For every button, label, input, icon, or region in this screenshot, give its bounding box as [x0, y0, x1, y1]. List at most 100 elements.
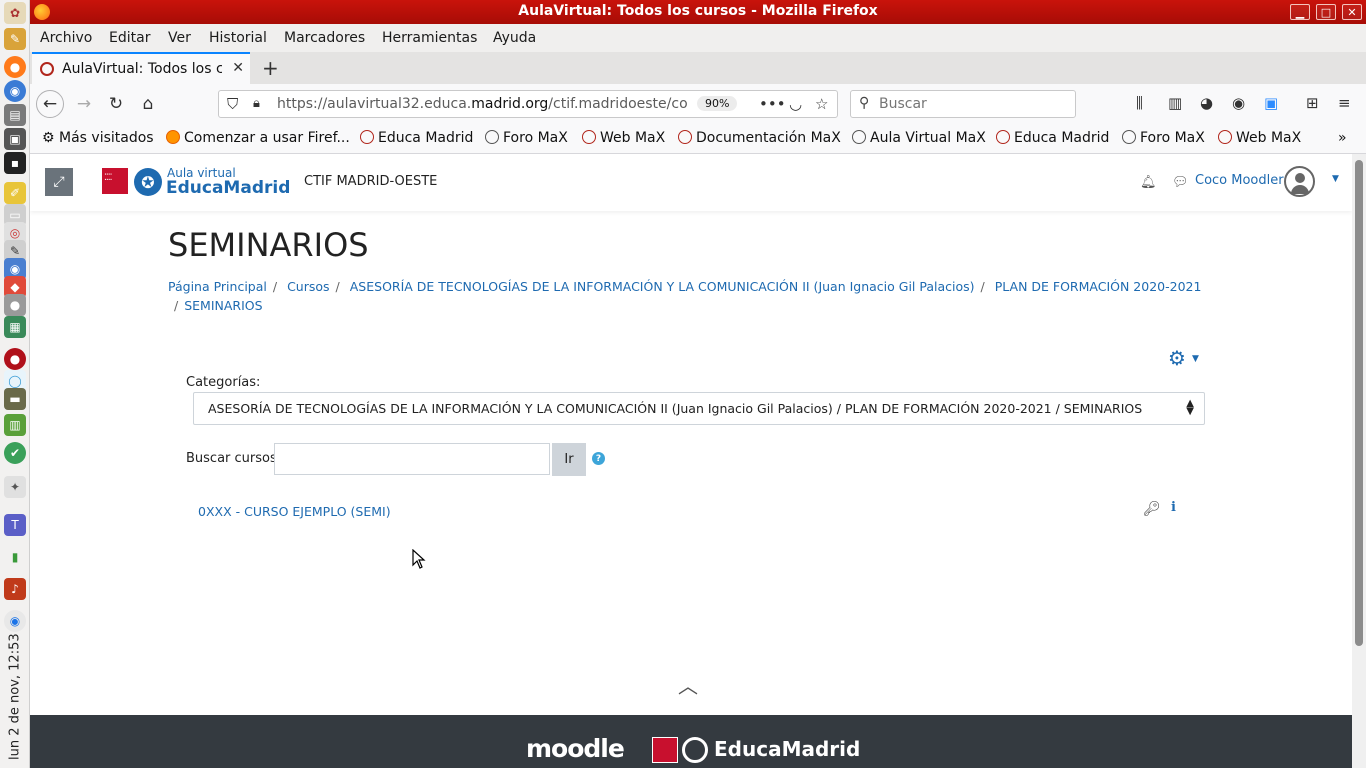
category-select[interactable]: ASESORÍA DE TECNOLOGÍAS DE LA INFORMACIÓ… [193, 392, 1205, 425]
addons-icon[interactable]: ⊞ [1306, 94, 1319, 112]
search-courses-input[interactable] [274, 443, 550, 475]
update-icon[interactable]: ✔ [4, 442, 26, 464]
help-icon[interactable]: ? [592, 452, 605, 465]
breadcrumb-separator: / [174, 298, 179, 313]
bookmark-mas-visitados[interactable]: ⚙ Más visitados [42, 130, 154, 146]
close-tab-icon[interactable]: ✕ [232, 60, 244, 76]
aula-icon [678, 130, 692, 144]
menu-ver[interactable]: Ver [168, 30, 191, 46]
navigation-bar: ← → ↻ ⌂ ⛉ 🔒︎ https://aulavirtual32.educa… [30, 84, 1366, 124]
url-text[interactable]: https://aulavirtual32.educa.madrid.org/c… [277, 96, 687, 112]
bookmark-foro-max[interactable]: Foro MaX [485, 130, 568, 146]
back-button[interactable]: ← [36, 90, 64, 118]
scrollbar[interactable] [1352, 154, 1366, 768]
expand-icon[interactable]: ⤢ [45, 168, 73, 196]
menu-marcadores[interactable]: Marcadores [284, 30, 365, 46]
moodle-logo[interactable]: moodle [526, 734, 625, 763]
breadcrumb-seminarios[interactable]: SEMINARIOS [184, 298, 262, 313]
network-icon[interactable]: ▦ [4, 316, 26, 338]
record-icon[interactable]: ● [4, 348, 26, 370]
teams-icon[interactable]: T [4, 514, 26, 536]
sidebar-icon[interactable]: ▥ [1168, 94, 1182, 112]
notes-icon[interactable]: ▤ [4, 104, 26, 126]
menu-herramientas[interactable]: Herramientas [382, 30, 477, 46]
menu-ayuda[interactable]: Ayuda [493, 30, 536, 46]
notification-bell-icon[interactable]: 🔔︎ [1140, 175, 1157, 190]
forward-button[interactable]: → [70, 90, 98, 118]
breadcrumb-asesoria[interactable]: ASESORÍA DE TECNOLOGÍAS DE LA INFORMACIÓ… [350, 279, 975, 294]
user-name[interactable]: Coco Moodler [1195, 173, 1284, 188]
bookmark-educa-madrid-2[interactable]: Educa Madrid [996, 130, 1109, 146]
settings-caret-icon[interactable]: ▼ [1192, 354, 1199, 364]
key-icon[interactable]: 🔑︎ [1143, 501, 1161, 517]
paint-icon[interactable]: ✐ [4, 182, 26, 204]
breadcrumb-plan[interactable]: PLAN DE FORMACIÓN 2020-2021 [995, 279, 1202, 294]
text-editor-icon[interactable]: ✎ [4, 28, 26, 50]
bookmarks-overflow-icon[interactable]: » [1338, 130, 1347, 146]
bookmark-star-icon[interactable]: ☆ [815, 95, 828, 113]
lock-icon[interactable]: 🔒︎ [253, 96, 260, 111]
shield-icon[interactable]: ⛉ [227, 95, 238, 113]
breadcrumb-separator: / [335, 279, 340, 294]
terminal-icon[interactable]: ▪ [4, 152, 26, 174]
account-icon[interactable]: ◉ [1232, 94, 1245, 112]
reload-button[interactable]: ↻ [102, 90, 130, 118]
bookmark-educa-madrid[interactable]: Educa Madrid [360, 130, 473, 146]
bookmark-comenzar[interactable]: Comenzar a usar Firef... [166, 130, 350, 146]
tab-aulavirtual[interactable]: AulaVirtual: Todos los cursos ✕ [32, 52, 250, 84]
new-tab-button[interactable]: + [262, 56, 279, 80]
search-bar[interactable]: ⚲ [850, 90, 1076, 118]
bookmark-web-max-2[interactable]: Web MaX [1218, 130, 1301, 146]
firefox-icon[interactable]: ● [4, 56, 26, 78]
menu-archivo[interactable]: Archivo [40, 30, 92, 46]
gear-icon: ⚙ [42, 130, 60, 146]
page-actions-icon[interactable]: ••• [759, 95, 786, 113]
close-window-button[interactable]: ✕ [1342, 4, 1362, 20]
bookmark-documentacion-max[interactable]: Documentación MaX [678, 130, 841, 146]
menu-icon[interactable]: ✿ [4, 2, 26, 24]
home-button[interactable]: ⌂ [134, 90, 162, 118]
minimize-button[interactable]: ▁ [1290, 4, 1310, 20]
bookmark-foro-max-2[interactable]: Foro MaX [1122, 130, 1205, 146]
menu-historial[interactable]: Historial [209, 30, 267, 46]
display-icon[interactable]: ▬ [4, 388, 26, 410]
disk-icon[interactable]: ● [4, 294, 26, 316]
breadcrumb-home[interactable]: Página Principal [168, 279, 267, 294]
settings-gear-icon[interactable]: ⚙ [1168, 346, 1186, 370]
trash-icon[interactable]: ▥ [4, 414, 26, 436]
speaker-icon[interactable]: ♪ [4, 578, 26, 600]
chrome-icon[interactable]: ◉ [4, 610, 26, 632]
system-clock[interactable]: lun 2 de nov, 12:53 [2, 632, 28, 762]
aula-favicon-icon [40, 62, 54, 76]
info-icon[interactable]: i [1171, 500, 1176, 515]
back-to-top-icon[interactable]: ︿ [678, 670, 698, 699]
bookmark-aula-virtual-max[interactable]: Aula Virtual MaX [852, 130, 986, 146]
course-link[interactable]: 0XXX - CURSO EJEMPLO (SEMI) [198, 504, 391, 519]
educamadrid-footer-logo[interactable]: EducaMadrid [714, 737, 860, 761]
menu-editar[interactable]: Editar [109, 30, 150, 46]
zoom-level[interactable]: 90% [697, 96, 738, 111]
breadcrumb-cursos[interactable]: Cursos [287, 279, 329, 294]
select-arrows-icon: ▲ ▼ [1186, 398, 1194, 417]
extensions-icon[interactable]: ◕ [1200, 94, 1213, 112]
url-bar[interactable]: ⛉ 🔒︎ https://aulavirtual32.educa.madrid.… [218, 90, 838, 118]
zoom-app-icon[interactable]: ▣ [1264, 94, 1278, 112]
dropbox-icon[interactable]: ✦ [4, 476, 26, 498]
monitor-icon[interactable]: ▣ [4, 128, 26, 150]
go-button[interactable]: Ir [552, 443, 586, 476]
tab-bar: AulaVirtual: Todos los cursos ✕ + [30, 52, 1366, 84]
library-icon[interactable]: ⫼ [1136, 94, 1143, 112]
user-menu-caret-icon[interactable]: ▼ [1332, 174, 1339, 184]
pocket-icon[interactable]: ◡ [789, 95, 802, 113]
search-input[interactable] [879, 95, 1069, 113]
maximize-button[interactable]: □ [1316, 4, 1336, 20]
messages-icon[interactable]: 💬︎ [1172, 175, 1189, 190]
stats-icon[interactable]: ▮ [4, 546, 26, 568]
site-name[interactable]: CTIF MADRID-OESTE [304, 174, 437, 189]
scrollbar-thumb[interactable] [1355, 160, 1363, 646]
logo-title[interactable]: EducaMadrid [166, 178, 290, 198]
avatar[interactable] [1284, 166, 1315, 197]
hamburger-menu-icon[interactable]: ≡ [1338, 94, 1351, 112]
bookmark-web-max[interactable]: Web MaX [582, 130, 665, 146]
chromium-icon[interactable]: ◉ [4, 80, 26, 102]
